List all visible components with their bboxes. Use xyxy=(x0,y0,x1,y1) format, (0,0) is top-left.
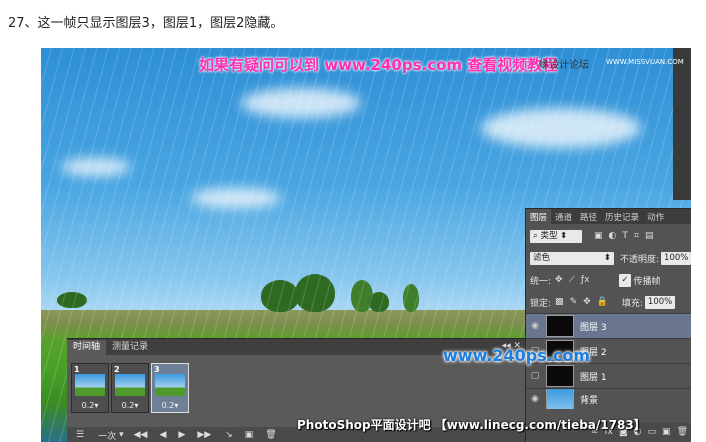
fill-input[interactable]: 100% xyxy=(644,295,676,309)
animation-frame-2[interactable]: 2 0.2▾ xyxy=(111,363,149,413)
frame-delay[interactable]: 0.2▾ xyxy=(72,401,108,410)
filter-kind-select[interactable]: ⌕ 类型 ⬍ xyxy=(530,229,582,243)
frame-thumbnail xyxy=(75,374,105,396)
unify-visibility-icon[interactable]: ⟋ xyxy=(569,275,575,285)
timeline-menu-icon[interactable]: ☰ xyxy=(76,430,84,440)
unify-position-icon[interactable]: ✥ xyxy=(555,275,563,285)
blend-opacity-row: 滤色 ⬍ 不透明度: 100% xyxy=(526,249,691,267)
lock-position-icon[interactable]: ✥ xyxy=(583,297,591,307)
workspace-edge xyxy=(673,48,691,200)
prev-frame-button[interactable]: ◀ xyxy=(159,430,166,440)
watermark-top: 如果有疑问可以到 www.240ps.com 查看视频教程 xyxy=(199,56,558,74)
shape-filter-icon[interactable]: ⌗ xyxy=(634,231,639,241)
tab-channels[interactable]: 通道 xyxy=(551,209,576,224)
eye-icon[interactable]: ◉ xyxy=(526,321,544,331)
lock-label: 锁定: xyxy=(530,298,552,309)
unify-style-icon[interactable]: ƒx xyxy=(581,275,590,285)
layer-row-background[interactable]: ◉ 背景 xyxy=(526,388,691,409)
watermark-top-right: 缘设计论坛 xyxy=(539,60,589,71)
propagate-checkbox[interactable]: ✓ xyxy=(619,273,631,287)
smart-object-filter-icon[interactable]: ▤ xyxy=(645,231,654,241)
animation-frame-1[interactable]: 1 0.2▾ xyxy=(71,363,109,413)
frame-delay[interactable]: 0.2▾ xyxy=(152,401,188,410)
pixel-filter-icon[interactable]: ▣ xyxy=(594,231,603,241)
animation-frame-3[interactable]: 3 0.2▾ xyxy=(151,363,189,413)
frame-number: 3 xyxy=(154,365,160,374)
fill-label: 填充: xyxy=(621,298,643,309)
tab-measurement-log[interactable]: 测量记录 xyxy=(106,340,154,355)
frame-number: 1 xyxy=(74,365,80,374)
tab-history[interactable]: 历史记录 xyxy=(601,209,643,224)
unify-label: 统一: xyxy=(530,276,552,287)
play-button[interactable]: ▶ xyxy=(178,430,185,440)
layer-thumbnail xyxy=(546,389,574,409)
propagate-label: 传播帧 xyxy=(633,276,661,287)
lock-transparent-icon[interactable]: ▩ xyxy=(555,297,564,307)
layers-panel: 图层 通道 路径 历史记录 动作 ⌕ 类型 ⬍ ▣ ◐ T ⌗ ▤ 滤色 ⬍ 不透… xyxy=(525,208,691,442)
watermark-middle: www.240ps.com xyxy=(443,346,590,365)
frame-thumbnail xyxy=(155,374,185,396)
loop-option[interactable]: 一次 xyxy=(98,429,116,442)
chevron-down-icon[interactable]: ▾ xyxy=(119,430,124,440)
layer-name[interactable]: 图层 1 xyxy=(580,370,607,383)
layer-row-1[interactable]: ▢ 图层 1 xyxy=(526,363,691,388)
layer-thumbnail xyxy=(546,315,574,337)
layer-name[interactable]: 图层 3 xyxy=(580,320,607,333)
frame-delay[interactable]: 0.2▾ xyxy=(112,401,148,410)
unify-row: 统一: ✥ ⟋ ƒx ✓ 传播帧 xyxy=(526,271,691,289)
tween-button[interactable]: ↘ xyxy=(225,430,233,440)
adjustment-filter-icon[interactable]: ◐ xyxy=(609,231,617,241)
eye-icon[interactable]: ◉ xyxy=(526,394,544,404)
watermark-bottom: PhotoShop平面设计吧 【www.linecg.com/tieba/178… xyxy=(297,418,646,432)
layer-row-3[interactable]: ◉ 图层 3 xyxy=(526,313,691,338)
tab-actions[interactable]: 动作 xyxy=(643,209,668,224)
tab-paths[interactable]: 路径 xyxy=(576,209,601,224)
lock-fill-row: 锁定: ▩ ✎ ✥ 🔒 填充: 100% xyxy=(526,293,691,311)
frame-thumbnail xyxy=(115,374,145,396)
opacity-input[interactable]: 100% xyxy=(661,251,691,265)
delete-frame-button[interactable]: 🗑 xyxy=(265,430,276,440)
tab-layers[interactable]: 图层 xyxy=(526,209,552,224)
photoshop-screenshot: 如果有疑问可以到 www.240ps.com 查看视频教程 缘设计论坛 WWW.… xyxy=(41,48,691,442)
new-layer-icon[interactable]: ▣ xyxy=(662,427,671,437)
frame-number: 2 xyxy=(114,365,120,374)
new-frame-button[interactable]: ▣ xyxy=(245,430,254,440)
layer-filter-row: ⌕ 类型 ⬍ ▣ ◐ T ⌗ ▤ xyxy=(526,227,691,245)
lock-image-icon[interactable]: ✎ xyxy=(570,297,578,307)
tab-timeline[interactable]: 时间轴 xyxy=(67,340,107,355)
lock-all-icon[interactable]: 🔒 xyxy=(597,297,608,307)
opacity-label: 不透明度: xyxy=(620,254,660,265)
blend-mode-select[interactable]: 滤色 ⬍ xyxy=(530,251,614,265)
layer-name[interactable]: 背景 xyxy=(580,393,598,406)
type-filter-icon[interactable]: T xyxy=(622,231,628,241)
step-caption: 27、这一帧只显示图层3，图层1，图层2隐藏。 xyxy=(8,16,284,31)
next-frame-button[interactable]: ▶▶ xyxy=(197,430,211,440)
layer-thumbnail xyxy=(546,365,574,387)
first-frame-button[interactable]: ◀◀ xyxy=(134,430,148,440)
new-group-icon[interactable]: ▭ xyxy=(648,427,657,437)
watermark-top-site: WWW.MISSVUAN.COM xyxy=(606,58,684,66)
visibility-toggle[interactable]: ▢ xyxy=(526,371,544,381)
trash-icon[interactable]: 🗑 xyxy=(677,427,688,437)
layers-panel-tabs: 图层 通道 路径 历史记录 动作 xyxy=(526,209,691,224)
